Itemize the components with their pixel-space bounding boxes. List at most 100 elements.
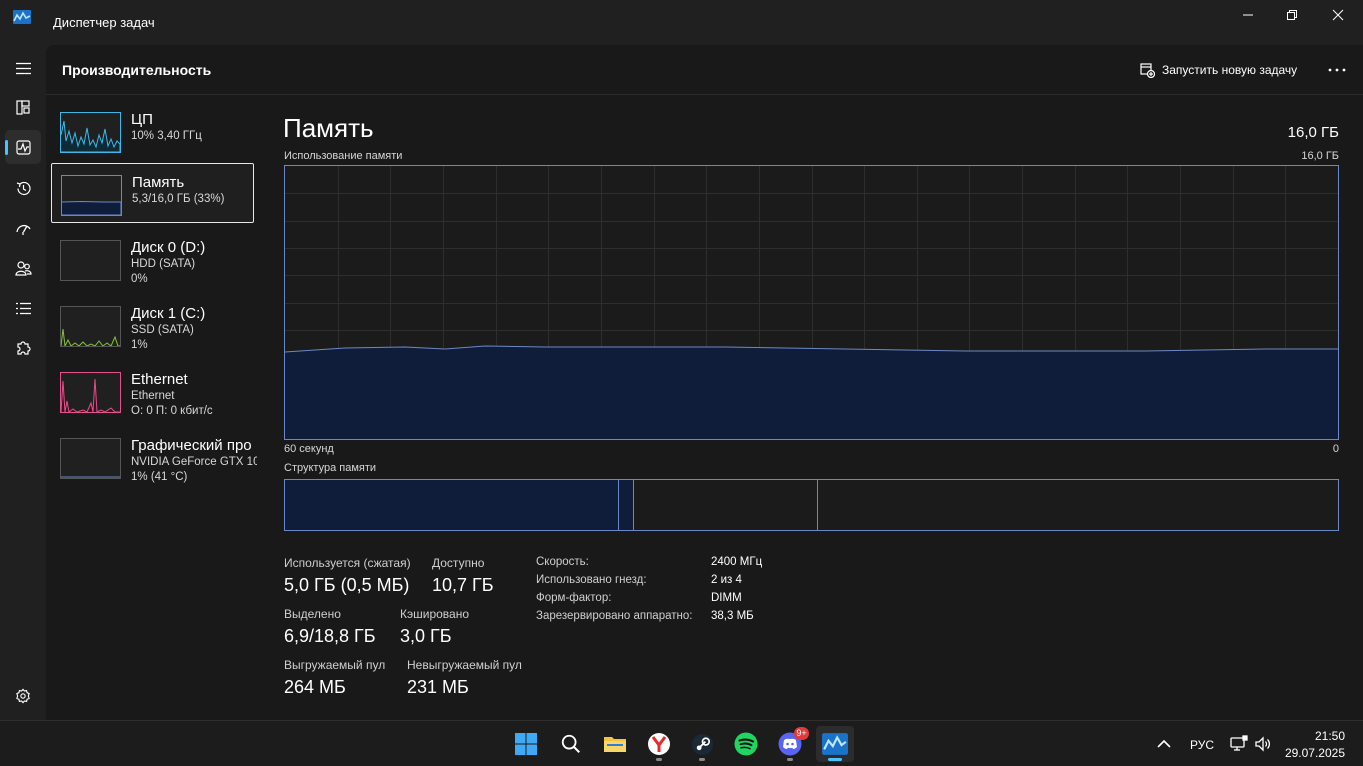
paged-pool-label: Выгружаемый пул (284, 658, 386, 672)
settings-button[interactable] (5, 679, 41, 713)
page-header: Производительность Запустить новую задач… (46, 45, 1363, 95)
speed-label: Скорость: (536, 556, 589, 568)
file-explorer-button[interactable] (596, 726, 634, 762)
slots-used-label: Использовано гнезд: (536, 574, 647, 586)
graph-x-right-label: 0 (1332, 443, 1339, 455)
cached-label: Кэшировано (400, 607, 470, 621)
task-manager-taskbar-button[interactable] (816, 726, 854, 762)
structure-standby-segment (634, 480, 818, 530)
folder-icon (604, 737, 626, 752)
hamburger-icon (15, 62, 31, 74)
nav-app-history-button[interactable] (5, 171, 41, 205)
memory-structure-label: Структура памяти (284, 462, 377, 474)
perf-item-ethernet[interactable]: Ethernet Ethernet О: 0 П: 0 кбит/с (51, 361, 254, 421)
search-icon (561, 734, 580, 753)
notification-badge: 9+ (794, 727, 809, 740)
total-memory: 16,0 ГБ (1287, 124, 1339, 141)
volume-icon[interactable] (1254, 735, 1272, 753)
cpu-thumbnail-graph (60, 112, 121, 153)
perf-item-usage: 1% (131, 339, 148, 351)
graph-x-left-label: 60 секунд (284, 443, 334, 455)
perf-item-type: HDD (SATA) (131, 258, 196, 270)
gear-icon (16, 688, 30, 704)
start-button[interactable] (507, 726, 545, 762)
steam-icon (691, 733, 713, 755)
cached-value: 3,0 ГБ (400, 626, 452, 646)
taskbar: 9+ РУС 21:50 29.07.2025 (0, 720, 1363, 766)
close-button[interactable] (1315, 0, 1361, 30)
yandex-browser-icon (648, 733, 670, 755)
run-new-task-label: Запустить новую задачу (1162, 63, 1298, 77)
search-button[interactable] (552, 726, 590, 762)
perf-item-disk-0[interactable]: Диск 0 (D:) HDD (SATA) 0% (51, 229, 254, 289)
new-task-icon (1140, 62, 1155, 78)
committed-label: Выделено (284, 607, 341, 621)
clock-time[interactable]: 21:50 (1315, 729, 1345, 743)
nav-services-button[interactable] (5, 331, 41, 365)
memory-structure-bar (284, 479, 1339, 531)
memory-usage-area (285, 346, 1338, 439)
memory-usage-max: 16,0 ГБ (1301, 150, 1339, 162)
steam-button[interactable] (683, 726, 721, 762)
form-factor-label: Форм-фактор: (536, 592, 612, 604)
performance-icon (15, 139, 31, 155)
perf-item-memory[interactable]: Память 5,3/16,0 ГБ (33%) (51, 163, 254, 223)
nav-users-button[interactable] (5, 251, 41, 285)
yandex-browser-button[interactable] (640, 726, 678, 762)
in-use-label: Используется (сжатая) (284, 556, 411, 570)
nonpaged-pool-label: Невыгружаемый пул (407, 658, 522, 672)
clock-date[interactable]: 29.07.2025 (1285, 746, 1345, 760)
slots-used-value: 2 из 4 (711, 574, 742, 586)
show-hidden-icons-chevron-icon[interactable] (1155, 735, 1173, 753)
minimize-icon (1243, 14, 1253, 16)
perf-item-disk-1[interactable]: Диск 1 (C:) SSD (SATA) 1% (51, 295, 254, 355)
available-value: 10,7 ГБ (432, 575, 494, 595)
services-puzzle-icon (16, 340, 31, 355)
run-new-task-button[interactable]: Запустить новую задачу (1140, 59, 1297, 81)
perf-item-name: Ethernet (131, 371, 188, 388)
nav-processes-button[interactable] (5, 90, 41, 124)
perf-item-type: SSD (SATA) (131, 324, 194, 336)
processes-icon (15, 99, 30, 115)
startup-gauge-icon (15, 224, 31, 235)
running-indicator (699, 758, 705, 761)
more-options-button[interactable] (1319, 59, 1355, 81)
perf-item-name: Память (132, 174, 185, 191)
perf-item-type: Ethernet (131, 390, 175, 402)
hamburger-menu-button[interactable] (5, 51, 41, 85)
perf-item-detail: 10% 3,40 ГГц (131, 130, 202, 142)
perf-item-name: ЦП (131, 111, 153, 128)
speed-value: 2400 МГц (711, 556, 763, 568)
restore-icon (1287, 10, 1297, 20)
perf-item-gpu[interactable]: Графический про NVIDIA GeForce GTX 10 1%… (51, 427, 257, 487)
spotify-icon (734, 732, 758, 756)
details-list-icon (15, 302, 31, 314)
hardware-reserved-label: Зарезервировано аппаратно: (536, 610, 693, 622)
task-manager-window: Диспетчер задач Производительность Запус… (0, 0, 1363, 766)
perf-item-throughput: О: 0 П: 0 кбит/с (131, 405, 213, 417)
nonpaged-pool-value: 231 МБ (407, 677, 469, 697)
discord-button[interactable]: 9+ (771, 726, 809, 762)
perf-item-detail: 5,3/16,0 ГБ (33%) (132, 193, 225, 205)
input-language-indicator[interactable]: РУС (1190, 738, 1214, 752)
minimize-button[interactable] (1225, 0, 1271, 30)
maximize-button[interactable] (1269, 0, 1315, 30)
nav-details-button[interactable] (5, 291, 41, 325)
network-monitor-icon[interactable] (1230, 735, 1248, 753)
spotify-button[interactable] (727, 726, 765, 762)
windows-logo-icon (515, 733, 537, 755)
ethernet-thumbnail-graph (60, 372, 121, 413)
form-factor-value: DIMM (711, 592, 742, 604)
hardware-reserved-value: 38,3 МБ (711, 610, 754, 622)
more-dots-icon (1328, 68, 1346, 72)
nav-startup-button[interactable] (5, 211, 41, 245)
active-indicator (5, 140, 8, 155)
nav-performance-button[interactable] (5, 130, 41, 164)
disk1-thumbnail-graph (60, 306, 121, 347)
perf-item-name: Графический про (131, 437, 252, 454)
nav-rail (0, 45, 46, 720)
gpu-thumbnail-graph (60, 438, 121, 479)
perf-item-usage: 0% (131, 273, 148, 285)
in-use-value: 5,0 ГБ (0,5 МБ) (284, 575, 410, 595)
perf-item-cpu[interactable]: ЦП 10% 3,40 ГГц (51, 101, 254, 161)
